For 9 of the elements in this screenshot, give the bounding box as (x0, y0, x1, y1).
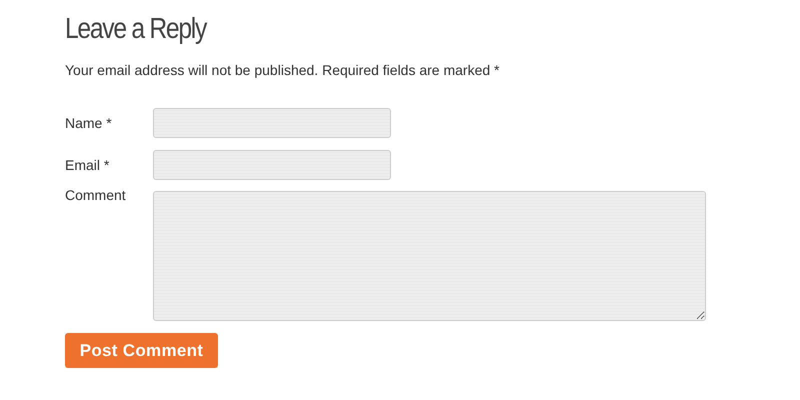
input-field[interactable] (153, 150, 391, 180)
notice-text: Your email address will not be published. Required fields are marked * (65, 62, 500, 78)
post-comment-button[interactable]: Post Comment (65, 333, 218, 368)
field-label: Email * (65, 157, 110, 173)
comment-field[interactable] (153, 191, 706, 321)
input-field[interactable] (153, 108, 391, 138)
field-label: Comment (65, 187, 127, 203)
field-label: Name * (65, 115, 113, 131)
section-heading: Leave a Reply (65, 12, 206, 47)
